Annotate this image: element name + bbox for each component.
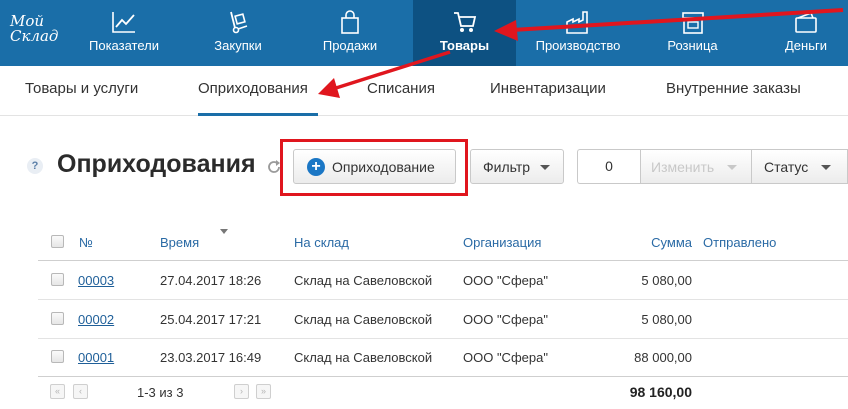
page-title: Оприходования	[57, 150, 256, 178]
row-time: 27.04.2017 18:26	[160, 273, 262, 288]
total-sum: 98 160,00	[629, 384, 692, 400]
nav-label: Товары	[439, 38, 490, 53]
pager-info: 1-3 из 3	[137, 385, 184, 400]
filter-button[interactable]: Фильтр	[470, 149, 564, 184]
last-page-icon[interactable]: »	[256, 384, 271, 399]
nav-label: Показатели	[89, 38, 159, 53]
wallet-icon	[795, 11, 817, 33]
section-tabs: Товары и услуги Оприходования Списания И…	[0, 66, 848, 116]
nav-label: Производство	[535, 38, 621, 53]
row-number-link[interactable]: 00001	[78, 350, 114, 365]
nav-item-goods[interactable]: Товары	[413, 0, 516, 66]
chevron-down-icon	[540, 165, 550, 170]
row-warehouse: Склад на Савеловской	[294, 312, 433, 327]
row-sum: 88 000,00	[634, 350, 692, 365]
select-all-checkbox[interactable]	[51, 235, 64, 248]
tab-write-offs[interactable]: Списания	[367, 80, 435, 97]
hand-truck-icon	[230, 11, 248, 34]
nav-item-purchases[interactable]: Закупки	[198, 0, 278, 66]
sort-arrow-icon	[220, 229, 228, 234]
row-sum: 5 080,00	[641, 312, 692, 327]
row-time: 23.03.2017 16:49	[160, 350, 262, 365]
row-divider	[38, 338, 848, 339]
column-header-sum[interactable]: Сумма	[600, 235, 692, 250]
chart-icon	[112, 12, 135, 33]
footer-divider	[38, 376, 848, 377]
header-divider	[38, 260, 848, 261]
next-page-icon[interactable]: ›	[234, 384, 249, 399]
row-divider	[38, 299, 848, 300]
factory-icon	[566, 11, 588, 34]
nav-item-sales[interactable]: Продажи	[310, 0, 390, 66]
row-time: 25.04.2017 17:21	[160, 312, 262, 327]
tab-inventories[interactable]: Инвентаризации	[490, 80, 606, 97]
chevron-down-icon	[727, 165, 737, 170]
change-label: Изменить	[651, 159, 715, 175]
row-organization: ООО "Сфера"	[463, 273, 548, 288]
chevron-down-icon	[821, 165, 831, 170]
column-header-organization[interactable]: Организация	[463, 235, 541, 250]
logo-line-2: Склад	[10, 27, 59, 45]
row-organization: ООО "Сфера"	[463, 312, 548, 327]
column-header-number[interactable]: №	[79, 235, 93, 250]
tab-receipts[interactable]: Оприходования	[198, 80, 308, 97]
active-tab-indicator	[198, 113, 318, 116]
nav-item-retail[interactable]: Розница	[655, 0, 730, 66]
storefront-icon	[681, 12, 704, 34]
column-header-sent[interactable]: Отправлено	[703, 235, 776, 250]
highlight-box	[280, 139, 468, 196]
status-button[interactable]: Статус	[751, 149, 848, 184]
row-warehouse: Склад на Савеловской	[294, 350, 433, 365]
nav-label: Продажи	[322, 38, 378, 53]
top-navigation: Мой Склад Показатели Закупки Продажи Тов…	[0, 0, 848, 66]
change-button[interactable]: Изменить	[640, 149, 752, 184]
row-sum: 5 080,00	[641, 273, 692, 288]
column-header-warehouse[interactable]: На склад	[294, 235, 349, 250]
row-organization: ООО "Сфера"	[463, 350, 548, 365]
row-checkbox[interactable]	[51, 350, 64, 363]
nav-item-production[interactable]: Производство	[528, 0, 628, 66]
tab-goods-and-services[interactable]: Товары и услуги	[25, 80, 138, 97]
status-label: Статус	[764, 159, 809, 175]
nav-label: Деньги	[785, 38, 827, 53]
row-number-link[interactable]: 00002	[78, 312, 114, 327]
nav-label: Розница	[667, 38, 718, 53]
row-checkbox[interactable]	[51, 312, 64, 325]
nav-item-money[interactable]: Деньги	[770, 0, 842, 66]
help-icon[interactable]: ?	[27, 158, 43, 174]
first-page-icon[interactable]: «	[50, 384, 65, 399]
shopping-bag-icon	[341, 10, 359, 34]
logo[interactable]: Мой Склад	[10, 14, 70, 44]
column-header-time[interactable]: Время	[160, 235, 199, 250]
row-checkbox[interactable]	[51, 273, 64, 286]
row-warehouse: Склад на Савеловской	[294, 273, 433, 288]
tab-internal-orders[interactable]: Внутренние заказы	[666, 80, 801, 97]
cart-icon	[453, 12, 476, 32]
nav-item-indicators[interactable]: Показатели	[80, 0, 168, 66]
selected-count: 0	[577, 149, 640, 184]
nav-label: Закупки	[214, 38, 262, 53]
prev-page-icon[interactable]: ‹	[73, 384, 88, 399]
row-number-link[interactable]: 00003	[78, 273, 114, 288]
filter-label: Фильтр	[483, 159, 531, 175]
